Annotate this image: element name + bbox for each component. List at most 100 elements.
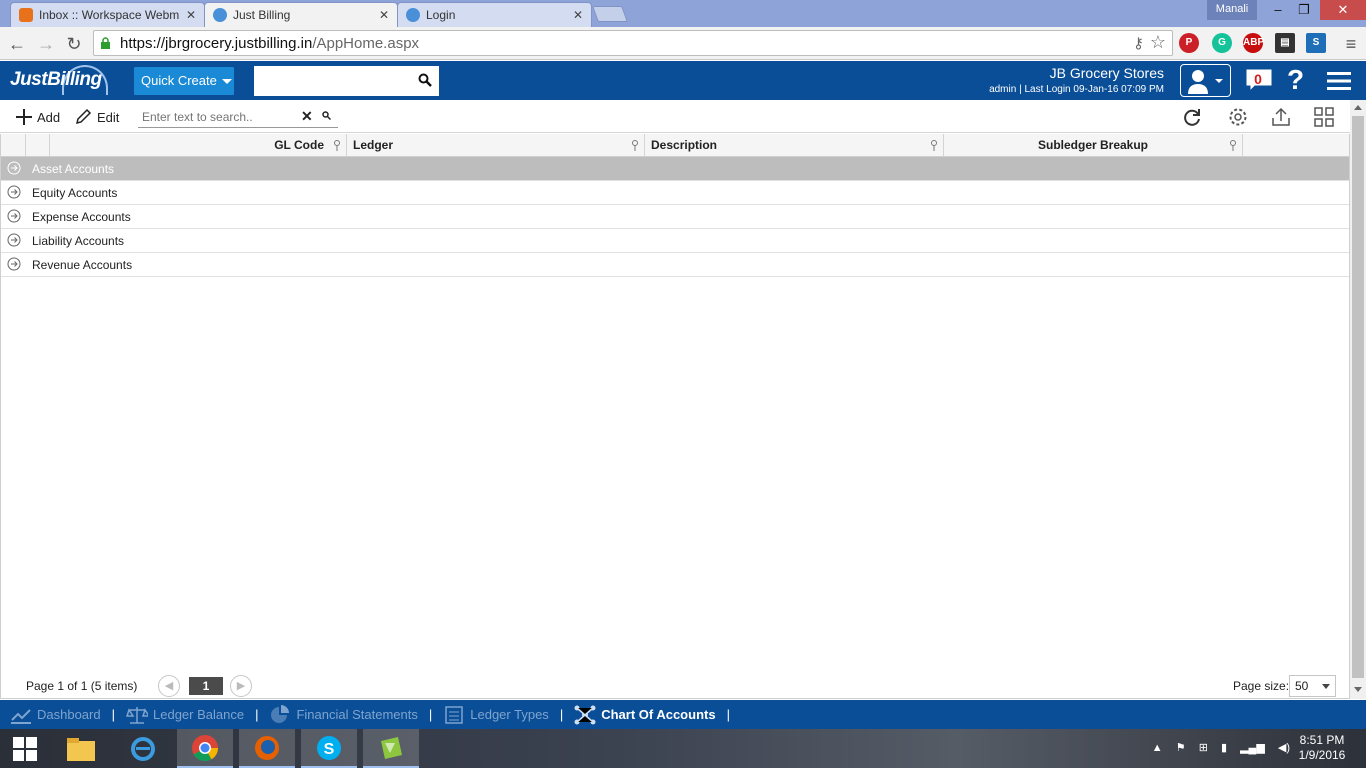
nav-chart-of-accounts[interactable]: Chart Of Accounts <box>574 705 716 725</box>
column-header-gl-code[interactable]: GL Code <box>50 134 347 157</box>
action-center-flag-icon[interactable]: ⚑ <box>1176 742 1186 754</box>
battery-icon[interactable]: ▮ <box>1221 742 1227 754</box>
search-icon[interactable] <box>418 73 432 87</box>
taskbar-file-explorer[interactable] <box>53 729 109 768</box>
nav-ledger-balance[interactable]: Ledger Balance <box>126 705 244 725</box>
windows-update-icon[interactable]: ⊞ <box>1199 742 1208 754</box>
firefox-icon <box>255 735 279 760</box>
filter-pin-icon[interactable] <box>1229 140 1237 151</box>
start-button[interactable] <box>0 729 50 768</box>
close-tab-icon[interactable]: ✕ <box>573 8 583 22</box>
group-row-equity-accounts[interactable]: Equity Accounts <box>1 181 1349 205</box>
key-icon[interactable]: ⚷ <box>1133 34 1144 52</box>
add-button[interactable]: Add <box>15 108 60 126</box>
group-row-liability-accounts[interactable]: Liability Accounts <box>1 229 1349 253</box>
scroll-up-icon[interactable] <box>1354 105 1362 110</box>
adblock-icon[interactable]: ABP <box>1243 33 1264 53</box>
expand-row-icon[interactable] <box>7 257 21 271</box>
bookmark-star-icon[interactable]: ☆ <box>1150 32 1166 53</box>
nav-separator: | <box>255 707 259 722</box>
page-number-button[interactable]: 1 <box>189 677 223 695</box>
page-size-label: Page size: <box>1233 679 1290 693</box>
column-header-description[interactable]: Description <box>645 134 944 157</box>
hierarchy-nodes-icon <box>574 705 596 724</box>
export-upload-icon[interactable] <box>1270 106 1292 128</box>
nav-financial-statements[interactable]: Financial Statements <box>269 704 418 725</box>
browser-tab-login[interactable]: Login ✕ <box>397 2 592 27</box>
clear-search-icon[interactable]: ✕ <box>301 108 313 125</box>
scrollbar-thumb[interactable] <box>1352 116 1364 678</box>
reload-icon[interactable]: ↻ <box>63 33 85 55</box>
green-app-icon <box>381 736 402 759</box>
nav-label: Financial Statements <box>296 707 418 722</box>
app-logo[interactable]: JustBilling <box>10 69 102 91</box>
scroll-down-icon[interactable] <box>1354 687 1362 692</box>
filter-pin-icon[interactable] <box>930 140 938 151</box>
group-row-expense-accounts[interactable]: Expense Accounts <box>1 205 1349 229</box>
group-row-asset-accounts[interactable]: Asset Accounts <box>1 157 1349 181</box>
taskbar-skype[interactable]: S <box>301 729 357 768</box>
taskbar-internet-explorer[interactable] <box>115 729 171 768</box>
minimize-icon[interactable]: – <box>1264 0 1292 20</box>
volume-icon[interactable]: ◀) <box>1278 742 1290 754</box>
refresh-icon[interactable] <box>1181 106 1203 128</box>
browser-profile-button[interactable]: Manali <box>1207 0 1257 20</box>
close-tab-icon[interactable]: ✕ <box>379 8 389 22</box>
film-extension-icon[interactable]: ▤ <box>1275 33 1295 53</box>
filter-pin-icon[interactable] <box>333 140 341 151</box>
filter-pin-icon[interactable] <box>631 140 639 151</box>
new-tab-button[interactable] <box>592 6 628 22</box>
expand-row-icon[interactable] <box>7 233 21 247</box>
window-close-icon[interactable]: ✕ <box>1320 0 1366 20</box>
pie-chart-icon <box>271 704 290 723</box>
nav-dashboard[interactable]: Dashboard <box>10 705 101 725</box>
group-row-revenue-accounts[interactable]: Revenue Accounts <box>1 253 1349 277</box>
next-page-icon[interactable]: ▶ <box>230 675 252 697</box>
signal-icon[interactable]: ▂▄▆ <box>1240 742 1265 754</box>
forward-icon[interactable]: → <box>35 33 57 55</box>
url-text: https://jbrgrocery.justbilling.in/AppHom… <box>120 35 419 52</box>
user-menu-button[interactable] <box>1180 64 1231 97</box>
taskbar-chrome[interactable] <box>177 729 233 768</box>
search-icon[interactable] <box>322 111 331 120</box>
tray-expand-icon[interactable]: ▲ <box>1152 742 1163 754</box>
restore-icon[interactable]: ❐ <box>1290 0 1318 20</box>
expand-row-icon[interactable] <box>7 161 21 175</box>
edit-button[interactable]: Edit <box>74 108 119 126</box>
nav-ledger-types[interactable]: Ledger Types <box>443 705 549 725</box>
browser-tab-inbox[interactable]: Inbox :: Workspace Webm ✕ <box>10 2 205 27</box>
taskbar-app-green[interactable] <box>363 729 419 768</box>
prev-page-icon[interactable]: ◀ <box>158 675 180 697</box>
windows-logo-icon <box>13 736 37 761</box>
grid-view-icon[interactable] <box>1313 106 1335 128</box>
browser-toolbar: ← → ↻ https://jbrgrocery.justbilling.in/… <box>0 27 1366 60</box>
grammarly-icon[interactable]: G <box>1212 33 1232 53</box>
global-search-input[interactable] <box>254 66 439 96</box>
quick-create-button[interactable]: Quick Create <box>134 67 234 95</box>
help-icon[interactable]: ? <box>1287 64 1304 96</box>
column-header-ledger[interactable]: Ledger <box>347 134 645 157</box>
tab-title: Inbox :: Workspace Webm <box>39 8 180 22</box>
page-size-select[interactable]: 50 <box>1289 675 1336 697</box>
balance-scale-icon <box>126 706 148 724</box>
dropdown-arrow-icon <box>1322 684 1330 689</box>
browser-menu-icon[interactable]: ≡ <box>1340 33 1362 55</box>
vertical-scrollbar[interactable] <box>1350 100 1366 699</box>
pinterest-icon[interactable]: P <box>1179 33 1199 53</box>
column-header-subledger-breakup[interactable]: Subledger Breakup <box>944 134 1243 157</box>
page-size-value: 50 <box>1295 679 1309 693</box>
expand-row-icon[interactable] <box>7 209 21 223</box>
back-icon[interactable]: ← <box>6 33 28 55</box>
taskbar-clock[interactable]: 8:51 PM 1/9/2016 <box>1290 733 1354 763</box>
system-tray[interactable]: ▲ ⚑ ⊞ ▮ ▂▄▆ ◀) <box>1152 741 1290 754</box>
browser-tab-just-billing[interactable]: Just Billing ✕ <box>204 2 398 27</box>
login-info: admin | Last Login 09-Jan-16 07:09 PM <box>989 84 1164 95</box>
app-header: JustBilling Quick Create JB Grocery Stor… <box>0 61 1366 100</box>
hamburger-menu-icon[interactable] <box>1327 72 1351 90</box>
expand-row-icon[interactable] <box>7 185 21 199</box>
taskbar-firefox[interactable] <box>239 729 295 768</box>
close-tab-icon[interactable]: ✕ <box>186 8 196 22</box>
settings-gear-icon[interactable] <box>1227 106 1249 128</box>
address-bar[interactable]: https://jbrgrocery.justbilling.in/AppHom… <box>93 30 1173 56</box>
s-extension-icon[interactable]: S <box>1306 33 1326 53</box>
